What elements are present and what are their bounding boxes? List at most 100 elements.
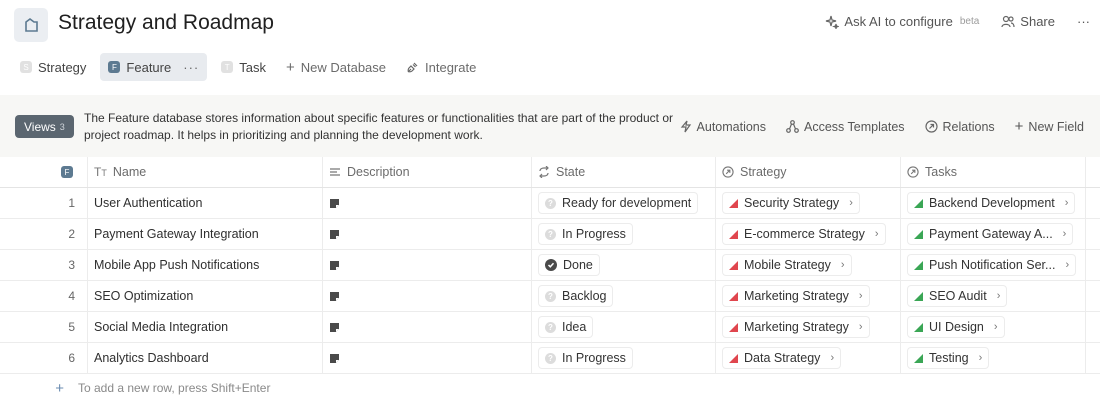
tasks-cell[interactable]: Push Notification Ser... ›: [901, 250, 1086, 280]
tasks-cell[interactable]: Testing ›: [901, 343, 1086, 373]
task-badge-icon: T: [221, 61, 234, 73]
column-header-state[interactable]: State: [532, 157, 716, 187]
strategy-cell[interactable]: E-commerce Strategy ›: [716, 219, 901, 249]
state-pill[interactable]: ? Idea: [538, 316, 594, 338]
description-cell[interactable]: [323, 219, 532, 249]
tasks-cell[interactable]: SEO Audit ›: [901, 281, 1086, 311]
automations-label: Automations: [696, 119, 767, 134]
tab-feature[interactable]: F Feature ···: [100, 53, 208, 81]
state-cell[interactable]: ? Backlog: [532, 281, 716, 311]
state-cell[interactable]: Done: [532, 250, 716, 280]
tasks-cell[interactable]: Backend Development ›: [901, 188, 1086, 218]
state-pill[interactable]: Done: [538, 254, 600, 276]
name-cell[interactable]: Payment Gateway Integration: [88, 219, 323, 249]
task-label: Payment Gateway A...: [929, 227, 1053, 241]
column-label: Strategy: [740, 165, 787, 179]
task-pill[interactable]: UI Design ›: [907, 316, 1005, 338]
task-pill[interactable]: Testing ›: [907, 347, 990, 369]
description-cell[interactable]: [323, 281, 532, 311]
task-pill[interactable]: Payment Gateway A... ›: [907, 223, 1074, 245]
column-header-name[interactable]: TT Name: [88, 157, 323, 187]
description-cell[interactable]: [323, 250, 532, 280]
column-header-description[interactable]: Description: [323, 157, 532, 187]
name-cell[interactable]: Analytics Dashboard: [88, 343, 323, 373]
strategy-pill[interactable]: Security Strategy ›: [722, 192, 860, 214]
table-row[interactable]: 1 User Authentication ? Ready for develop…: [0, 188, 1100, 219]
state-label: In Progress: [562, 351, 626, 365]
relations-button[interactable]: Relations: [924, 119, 995, 134]
automations-button[interactable]: Automations: [680, 120, 766, 134]
chevron-right-icon: ›: [849, 197, 853, 209]
description-cell[interactable]: [323, 343, 532, 373]
integrate-button[interactable]: Integrate: [400, 53, 482, 81]
strategy-badge-icon: S: [20, 61, 32, 73]
description-cell[interactable]: [323, 188, 532, 218]
strategy-cell[interactable]: Marketing Strategy ›: [716, 281, 901, 311]
table-row[interactable]: 3 Mobile App Push Notifications Done Mob…: [0, 250, 1100, 281]
strategy-pill[interactable]: Marketing Strategy ›: [722, 316, 870, 338]
strategy-cell[interactable]: Data Strategy ›: [716, 343, 901, 373]
name-cell[interactable]: Social Media Integration: [88, 312, 323, 342]
integrate-label: Integrate: [425, 59, 477, 75]
task-pill[interactable]: Backend Development ›: [907, 192, 1076, 214]
strategy-label: Mobile Strategy: [744, 258, 831, 272]
name-text: User Authentication: [94, 196, 203, 210]
column-header-strategy[interactable]: Strategy: [716, 157, 901, 187]
note-icon: [330, 322, 339, 332]
strategy-pill[interactable]: Mobile Strategy ›: [722, 254, 852, 276]
plus-icon[interactable]: +: [0, 380, 78, 395]
tasks-cell[interactable]: UI Design ›: [901, 312, 1086, 342]
table-row[interactable]: 5 Social Media Integration ? Idea Marketi…: [0, 312, 1100, 343]
state-pill[interactable]: ? In Progress: [538, 347, 633, 369]
ask-ai-button[interactable]: Ask AI to configure beta: [825, 14, 979, 29]
chevron-right-icon: ›: [978, 352, 983, 364]
table-row[interactable]: 6 Analytics Dashboard ? In Progress Data …: [0, 343, 1100, 374]
state-cell[interactable]: ? Ready for development: [532, 188, 716, 218]
access-templates-button[interactable]: Access Templates: [786, 120, 905, 134]
task-label: UI Design: [929, 320, 984, 334]
description-cell[interactable]: [323, 312, 532, 342]
tab-task[interactable]: T Task: [215, 53, 272, 81]
relations-label: Relations: [942, 119, 995, 134]
tab-strategy[interactable]: S Strategy: [14, 53, 92, 81]
new-field-button[interactable]: + New Field: [1015, 118, 1084, 135]
strategy-cell[interactable]: Mobile Strategy ›: [716, 250, 901, 280]
state-label: Done: [563, 258, 593, 272]
strategy-cell[interactable]: Marketing Strategy ›: [716, 312, 901, 342]
state-pill[interactable]: ? In Progress: [538, 223, 633, 245]
green-flag-icon: [914, 198, 923, 208]
state-label: Idea: [562, 320, 587, 334]
task-pill[interactable]: SEO Audit ›: [907, 285, 1008, 307]
page-icon[interactable]: [14, 8, 48, 42]
name-text: Mobile App Push Notifications: [94, 258, 260, 272]
task-label: SEO Audit: [929, 289, 987, 303]
strategy-pill[interactable]: E-commerce Strategy ›: [722, 223, 886, 245]
state-cell[interactable]: ? In Progress: [532, 343, 716, 373]
question-icon: ?: [545, 352, 556, 364]
tab-more-icon[interactable]: ···: [183, 60, 199, 75]
note-icon: [330, 198, 339, 208]
share-button[interactable]: Share: [1001, 14, 1055, 29]
more-options-button[interactable]: ···: [1077, 14, 1090, 29]
table-row[interactable]: 4 SEO Optimization ? Backlog Marketing St…: [0, 281, 1100, 312]
state-cell[interactable]: ? In Progress: [532, 219, 716, 249]
state-pill[interactable]: ? Backlog: [538, 285, 614, 307]
table-row[interactable]: 2 Payment Gateway Integration ? In Progre…: [0, 219, 1100, 250]
strategy-cell[interactable]: Security Strategy ›: [716, 188, 901, 218]
new-database-button[interactable]: + New Database: [280, 53, 392, 81]
tasks-cell[interactable]: Payment Gateway A... ›: [901, 219, 1086, 249]
feature-table: F TT Name Description State Strategy Tas…: [0, 157, 1100, 374]
name-cell[interactable]: SEO Optimization: [88, 281, 323, 311]
add-row-bar[interactable]: + To add a new row, press Shift+Enter: [0, 376, 1100, 395]
name-cell[interactable]: Mobile App Push Notifications: [88, 250, 323, 280]
strategy-pill[interactable]: Marketing Strategy ›: [722, 285, 870, 307]
column-header-tasks[interactable]: Tasks: [901, 157, 1086, 187]
strategy-pill[interactable]: Data Strategy ›: [722, 347, 842, 369]
state-cell[interactable]: ? Idea: [532, 312, 716, 342]
note-icon: [330, 229, 339, 239]
name-cell[interactable]: User Authentication: [88, 188, 323, 218]
views-button[interactable]: Views 3: [15, 115, 74, 138]
state-pill[interactable]: ? Ready for development: [538, 192, 699, 214]
task-pill[interactable]: Push Notification Ser... ›: [907, 254, 1077, 276]
strategy-label: E-commerce Strategy: [744, 227, 865, 241]
